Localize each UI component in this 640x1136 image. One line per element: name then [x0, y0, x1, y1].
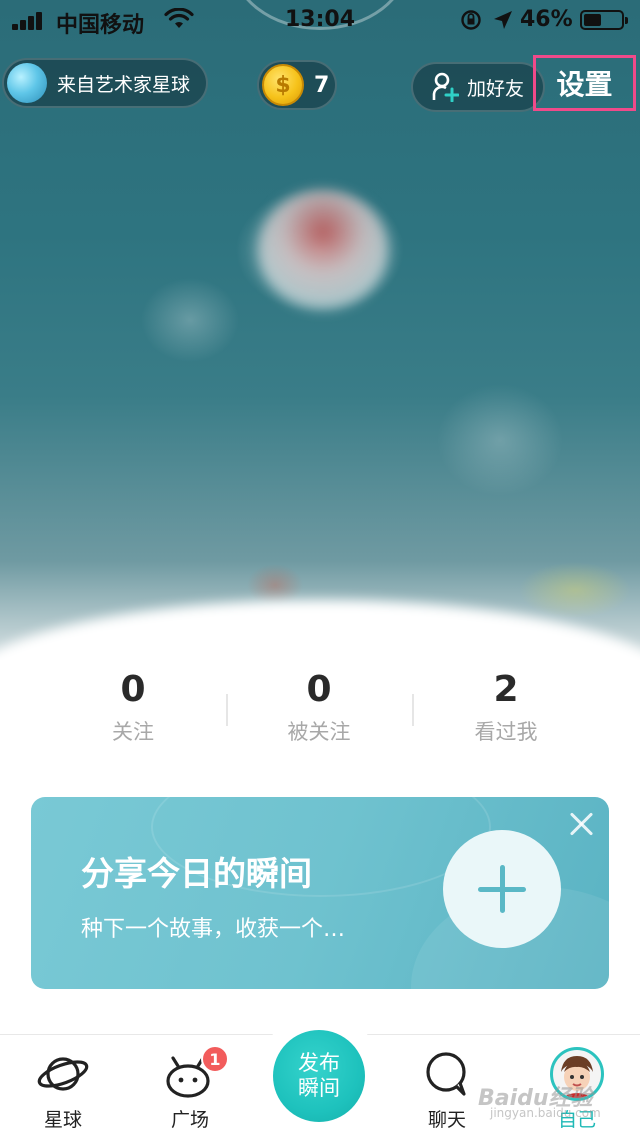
- watermark-url: jingyan.baidu.com: [490, 1106, 601, 1120]
- status-bar: 中国移动 13:04 46%: [0, 0, 640, 40]
- publish-label-line1: 发布: [298, 1051, 340, 1075]
- wifi-icon: [164, 7, 194, 36]
- tab-label: 广场: [170, 1109, 209, 1131]
- share-moment-card[interactable]: 分享今日的瞬间 种下一个故事，收获一个…: [31, 797, 609, 989]
- stat-following[interactable]: 0 关注: [43, 668, 223, 746]
- publish-label-line2: 瞬间: [298, 1076, 340, 1100]
- tab-square[interactable]: 1 广场: [140, 1045, 240, 1132]
- chat-icon: [420, 1047, 474, 1101]
- planet-origin-button[interactable]: 来自艺术家星球: [2, 58, 208, 108]
- share-card-title: 分享今日的瞬间: [81, 854, 312, 893]
- stat-value: 2: [493, 669, 519, 710]
- stat-divider: [412, 694, 414, 726]
- rotation-lock-icon: [460, 9, 482, 37]
- plus-icon[interactable]: [443, 830, 561, 948]
- close-icon[interactable]: [568, 811, 594, 837]
- add-friend-label: 加好友: [467, 77, 525, 100]
- tab-label: 星球: [43, 1109, 82, 1131]
- stat-value: 0: [306, 669, 332, 710]
- carrier-name: 中国移动: [56, 13, 145, 38]
- settings-button[interactable]: 设置: [533, 55, 636, 111]
- coin-icon: $: [262, 64, 304, 106]
- blurred-profile-avatar: [258, 190, 388, 310]
- coin-count: 7: [314, 72, 330, 98]
- stat-divider: [226, 694, 228, 726]
- stat-value: 0: [120, 669, 146, 710]
- cloud-decoration: [0, 600, 640, 660]
- settings-label: 设置: [556, 68, 613, 101]
- planet-origin-label: 来自艺术家星球: [57, 73, 191, 96]
- stat-label: 看过我: [474, 720, 538, 744]
- tab-planet[interactable]: 星球: [13, 1047, 113, 1132]
- planet-icon: [36, 1047, 90, 1101]
- signal-icon: [12, 12, 48, 30]
- square-icon: 1: [163, 1045, 229, 1101]
- planet-icon: [7, 63, 47, 103]
- battery-percent: 46%: [520, 7, 573, 32]
- stat-label: 被关注: [287, 720, 351, 744]
- share-card-subtitle: 种下一个故事，收获一个…: [81, 917, 346, 942]
- profile-stats: 0 关注 0 被关注 2 看过我: [0, 668, 640, 758]
- stat-label: 关注: [112, 720, 154, 744]
- notification-badge: 1: [201, 1045, 229, 1073]
- clock: 13:04: [285, 7, 356, 32]
- add-friend-button[interactable]: 加好友: [411, 62, 545, 112]
- battery-icon: [580, 10, 628, 30]
- location-arrow-icon: [492, 9, 514, 37]
- stat-visitors[interactable]: 2 看过我: [416, 668, 596, 746]
- stat-followers[interactable]: 0 被关注: [229, 668, 409, 746]
- coin-symbol: $: [275, 72, 291, 98]
- coin-balance-button[interactable]: $ 7: [257, 60, 337, 110]
- publish-moment-button[interactable]: 发布 瞬间: [273, 1030, 365, 1122]
- add-friend-icon: [431, 72, 460, 103]
